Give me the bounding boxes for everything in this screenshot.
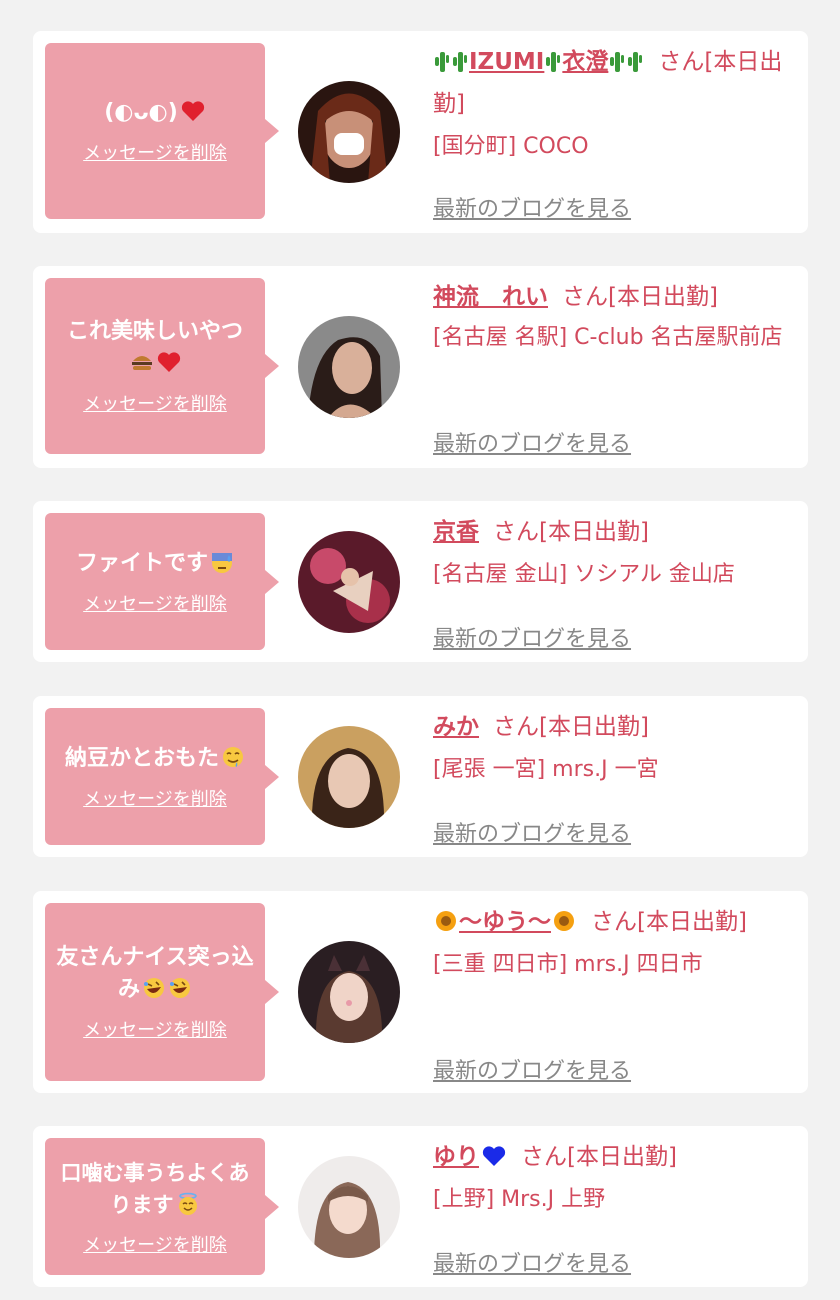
message-bubble: ファイトです メッセージを削除: [45, 513, 279, 650]
rofl-face-icon: [144, 978, 164, 998]
name-line: みか さん[本日出勤]: [433, 706, 788, 748]
cactus-icon: [546, 52, 561, 72]
message-card: ファイトです メッセージを削除 京香 さん[本日出勤] [名古屋 金山] ソシアル…: [33, 501, 808, 662]
attendance-label: さん[本日出勤]: [493, 714, 649, 740]
message-bubble: これ美味しいやつ メッセージを削除: [45, 278, 279, 454]
attendance-label: さん[本日出勤]: [591, 909, 747, 935]
delete-message-link[interactable]: メッセージを削除: [83, 590, 227, 616]
girl-name-link[interactable]: IZUMI 衣澄: [433, 49, 644, 75]
attendance-label: さん[本日出勤]: [562, 284, 718, 310]
name-line: ゆり さん[本日出勤]: [433, 1136, 788, 1178]
girl-name-link[interactable]: ゆり: [433, 1144, 507, 1170]
girl-info: みか さん[本日出勤] [尾張 一宮] mrs.J 一宮 最新のブログを見る: [433, 706, 788, 847]
name-line: 〜ゆう〜 さん[本日出勤]: [433, 901, 788, 943]
delete-message-link[interactable]: メッセージを削除: [83, 1231, 227, 1257]
delete-message-link[interactable]: メッセージを削除: [83, 1016, 227, 1042]
delete-message-link[interactable]: メッセージを削除: [83, 139, 227, 165]
girl-info: 京香 さん[本日出勤] [名古屋 金山] ソシアル 金山店 最新のブログを見る: [433, 511, 788, 652]
latest-blog-link[interactable]: 最新のブログを見る: [433, 430, 631, 460]
avatar[interactable]: [298, 1156, 400, 1258]
avatar[interactable]: [298, 531, 400, 633]
girl-info: 〜ゆう〜 さん[本日出勤] [三重 四日市] mrs.J 四日市 最新のブログを見…: [433, 901, 788, 1084]
girl-info: IZUMI 衣澄 さん[本日出勤] [国分町] COCO 最新のブログを見る: [433, 41, 788, 222]
cactus-icon: [628, 52, 643, 72]
message-text: 納豆かとおもた: [65, 743, 245, 775]
message-card: これ美味しいやつ メッセージを削除 神流 れい さん[本日出勤] [名古屋 名駅]…: [33, 266, 808, 468]
message-card: 口噛む事うちよくあります メッセージを削除 ゆり さん[本日出勤] [上野] Mr…: [33, 1126, 808, 1287]
girl-name-link[interactable]: 〜ゆう〜: [433, 909, 577, 935]
blue-heart-icon: [482, 1146, 506, 1166]
shop-label: [三重 四日市] mrs.J 四日市: [433, 952, 703, 977]
cactus-icon: [610, 52, 625, 72]
cactus-icon: [453, 52, 467, 72]
sunflower-icon: [436, 911, 456, 931]
message-text: (◐ᴗ◐): [104, 97, 206, 129]
latest-blog-link[interactable]: 最新のブログを見る: [433, 1057, 631, 1087]
message-card: (◐ᴗ◐) メッセージを削除 IZUMI 衣澄 さん[本日出勤] [国分町] COC…: [33, 31, 808, 233]
latest-blog-link[interactable]: 最新のブログを見る: [433, 820, 631, 850]
message-text: 友さんナイス突っ込み: [56, 945, 254, 1002]
halo-face-icon: [178, 1192, 197, 1215]
attendance-label: さん[本日出勤]: [493, 519, 649, 545]
name-line: 神流 れい さん[本日出勤]: [433, 276, 788, 318]
avatar[interactable]: [298, 316, 400, 418]
name-line: 京香 さん[本日出勤]: [433, 511, 788, 553]
sunflower-icon: [554, 911, 574, 931]
shop-label: [上野] Mrs.J 上野: [433, 1187, 606, 1212]
cactus-icon: [435, 52, 449, 72]
girl-info: ゆり さん[本日出勤] [上野] Mrs.J 上野 最新のブログを見る: [433, 1136, 788, 1277]
message-bubble: 友さんナイス突っ込み メッセージを削除: [45, 903, 279, 1081]
latest-blog-link[interactable]: 最新のブログを見る: [433, 195, 631, 225]
delete-message-link[interactable]: メッセージを削除: [83, 390, 227, 416]
girl-info: 神流 れい さん[本日出勤] [名古屋 名駅] C-club 名古屋駅前店 最新の…: [433, 276, 788, 457]
delete-message-link[interactable]: メッセージを削除: [83, 785, 227, 811]
girl-name-link[interactable]: 京香: [433, 519, 479, 545]
message-text: これ美味しいやつ: [67, 316, 243, 380]
girl-name-link[interactable]: 神流 れい: [433, 284, 548, 310]
red-heart-icon: [157, 352, 181, 372]
message-text: 口噛む事うちよくあります: [60, 1160, 250, 1217]
attendance-label: さん[本日出勤]: [521, 1144, 677, 1170]
message-bubble: 口噛む事うちよくあります メッセージを削除: [45, 1138, 279, 1275]
avatar[interactable]: [298, 726, 400, 828]
drooling-face-icon: [223, 746, 243, 767]
name-line: IZUMI 衣澄 さん[本日出勤]: [433, 41, 788, 125]
latest-blog-link[interactable]: 最新のブログを見る: [433, 1250, 631, 1280]
message-bubble: (◐ᴗ◐) メッセージを削除: [45, 43, 279, 219]
avatar[interactable]: [298, 941, 400, 1043]
shop-label: [名古屋 名駅] C-club 名古屋駅前店: [433, 325, 783, 350]
shop-label: [国分町] COCO: [433, 134, 589, 159]
message-text: ファイトです: [76, 548, 234, 580]
avatar[interactable]: [298, 81, 400, 183]
message-card: 友さんナイス突っ込み メッセージを削除 〜ゆう〜 さん[本日出勤] [三重 四日市…: [33, 891, 808, 1093]
message-card: 納豆かとおもた メッセージを削除 みか さん[本日出勤] [尾張 一宮] mrs.…: [33, 696, 808, 857]
hamburger-icon: [131, 356, 152, 370]
sweat-face-icon: [212, 552, 232, 573]
rofl-face-icon: [170, 978, 190, 998]
latest-blog-link[interactable]: 最新のブログを見る: [433, 625, 631, 655]
red-heart-icon: [181, 101, 204, 121]
girl-name-link[interactable]: みか: [433, 714, 479, 740]
shop-label: [尾張 一宮] mrs.J 一宮: [433, 757, 659, 782]
message-bubble: 納豆かとおもた メッセージを削除: [45, 708, 279, 845]
shop-label: [名古屋 金山] ソシアル 金山店: [433, 562, 735, 587]
